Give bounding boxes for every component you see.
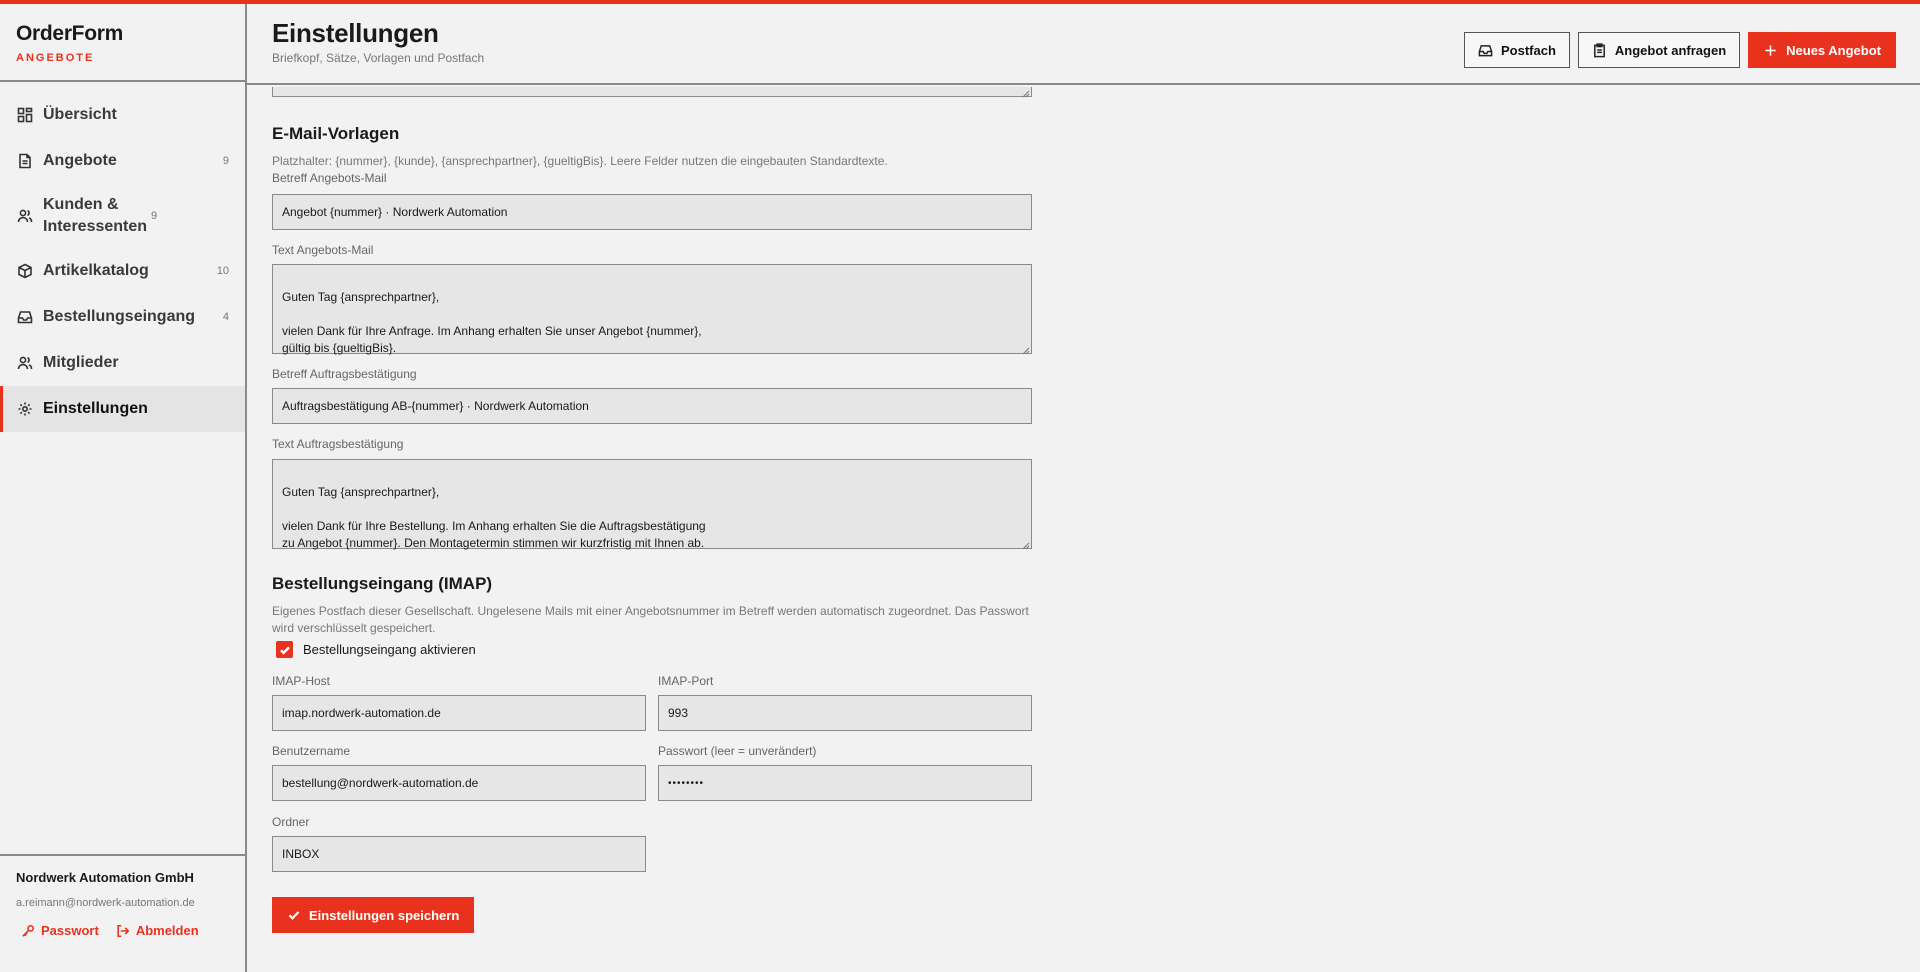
imap-section-hint: Eigenes Postfach dieser Gesellschaft. Un… (272, 604, 1029, 635)
confirm-subject-input[interactable]: Auftragsbestätigung AB-{nummer} · Nordwe… (272, 388, 1032, 424)
sidebar-item-mitglieder[interactable]: Mitglieder (0, 340, 245, 386)
confirm-text-textarea[interactable]: Guten Tag {ansprechpartner}, vielen Dank… (272, 459, 1032, 550)
request-offer-button-label: Angebot anfragen (1614, 42, 1727, 58)
sidebar-item-label: Übersicht (43, 106, 117, 123)
imap-host-label: IMAP-Host (272, 674, 331, 688)
sidebar-footer: Nordwerk Automation GmbH a.reimann@nordw… (0, 854, 245, 972)
sidebar: OrderForm ANGEBOTE Übersicht Angebote 9 … (0, 4, 247, 972)
inbox-icon (16, 308, 34, 326)
offer-subject-input[interactable]: Angebot {nummer} · Nordwerk Automation (272, 194, 1032, 230)
imap-port-label: IMAP-Port (658, 674, 714, 688)
imap-user-label: Benutzername (272, 744, 351, 758)
document-icon (16, 152, 34, 170)
postfach-button[interactable]: Postfach (1464, 32, 1570, 68)
top-accent-bar (0, 0, 1920, 4)
new-offer-button[interactable]: Neues Angebot (1748, 32, 1896, 68)
users-icon (16, 354, 34, 372)
dashboard-icon (16, 106, 34, 124)
offer-text-label: Text Angebots-Mail (272, 243, 374, 257)
company-name: Nordwerk Automation GmbH (16, 870, 194, 885)
box-icon (16, 262, 34, 280)
sidebar-item-count: 10 (216, 265, 229, 277)
confirm-text-label: Text Auftragsbestätigung (272, 437, 404, 451)
sidebar-item-uebersicht[interactable]: Übersicht (0, 92, 245, 138)
imap-port-input[interactable]: 993 (658, 695, 1032, 731)
clipboard-icon (1593, 42, 1605, 57)
email-templates-hint: Platzhalter: {nummer}, {kunde}, {ansprec… (272, 154, 888, 168)
new-offer-button-label: Neues Angebot (1786, 42, 1881, 58)
sidebar-item-label: Mitglieder (43, 354, 119, 371)
offer-text-textarea[interactable]: Guten Tag {ansprechpartner}, vielen Dank… (272, 264, 1032, 355)
sidebar-item-count: 4 (222, 311, 229, 323)
confirm-subject-label: Betreff Auftragsbestätigung (272, 367, 417, 381)
page-subtitle: Briefkopf, Sätze, Vorlagen und Postfach (272, 51, 485, 65)
imap-password-label: Passwort (leer = unverändert) (658, 744, 817, 758)
sidebar-item-count: 9 (222, 155, 229, 167)
gear-icon (16, 400, 34, 418)
imap-user-input[interactable]: bestellung@nordwerk-automation.de (272, 765, 646, 801)
save-settings-button-label: Einstellungen speichern (309, 907, 460, 923)
postfach-button-label: Postfach (1501, 42, 1556, 58)
imap-password-input[interactable]: •••••••• (658, 765, 1032, 801)
previous-textarea[interactable] (272, 87, 1032, 98)
imap-host-input[interactable]: imap.nordwerk-automation.de (272, 695, 646, 731)
sidebar-item-label: Angebote (43, 152, 117, 169)
sidebar-item-count: 9 (151, 210, 158, 222)
key-icon (22, 924, 35, 937)
users-icon (16, 207, 34, 225)
offer-text-value: Guten Tag {ansprechpartner}, vielen Dank… (282, 290, 702, 355)
sidebar-item-label: Bestellungseingang (43, 308, 196, 325)
brand: OrderForm ANGEBOTE (0, 4, 245, 82)
imap-enable-label: Bestellungseingang aktivieren (303, 642, 476, 657)
imap-enable-checkbox[interactable] (276, 641, 293, 658)
user-email: a.reimann@nordwerk-automation.de (16, 897, 195, 909)
sidebar-item-label: Kunden & Interessenten (43, 196, 148, 235)
resize-grip-icon[interactable] (1021, 87, 1030, 98)
check-icon (279, 646, 290, 655)
page-header: Einstellungen Briefkopf, Sätze, Vorlagen… (247, 4, 1920, 85)
check-icon (288, 911, 300, 920)
request-offer-button[interactable]: Angebot anfragen (1577, 32, 1741, 68)
password-link-label: Passwort (41, 923, 99, 938)
sidebar-item-bestellungseingang[interactable]: Bestellungseingang 4 (0, 294, 245, 340)
logout-icon (117, 924, 130, 937)
sidebar-item-angebote[interactable]: Angebote 9 (0, 138, 245, 184)
email-templates-title: E-Mail-Vorlagen (272, 124, 400, 143)
sidebar-item-artikelkatalog[interactable]: Artikelkatalog 10 (0, 248, 245, 294)
resize-grip-icon[interactable] (1021, 343, 1030, 355)
imap-folder-label: Ordner (272, 815, 310, 829)
confirm-text-value: Guten Tag {ansprechpartner}, vielen Dank… (282, 485, 706, 550)
sidebar-item-einstellungen[interactable]: Einstellungen (0, 386, 245, 432)
logout-link-label: Abmelden (135, 923, 199, 938)
sidebar-item-kunden[interactable]: Kunden & Interessenten 9 (0, 184, 245, 248)
sidebar-item-label: Artikelkatalog (43, 262, 149, 279)
imap-folder-input[interactable]: INBOX (272, 836, 646, 872)
plus-icon (1765, 44, 1776, 56)
page-title: Einstellungen (272, 18, 439, 48)
logout-link[interactable]: Abmelden (111, 923, 199, 938)
inbox-icon (1478, 44, 1493, 56)
offer-subject-label: Betreff Angebots-Mail (272, 171, 387, 185)
imap-enable-row[interactable]: Bestellungseingang aktivieren (276, 641, 476, 658)
sidebar-item-label: Einstellungen (43, 400, 148, 417)
brand-title: OrderForm (16, 22, 123, 45)
password-link[interactable]: Passwort (16, 923, 99, 938)
imap-section-title: Bestellungseingang (IMAP) (272, 574, 493, 593)
settings-main: E-Mail-Vorlagen Platzhalter: {nummer}, {… (249, 87, 1920, 972)
sidebar-nav: Übersicht Angebote 9 Kunden & Interessen… (0, 82, 245, 432)
resize-grip-icon[interactable] (1021, 538, 1030, 550)
brand-subtitle: ANGEBOTE (16, 52, 95, 64)
save-settings-button[interactable]: Einstellungen speichern (272, 897, 475, 933)
